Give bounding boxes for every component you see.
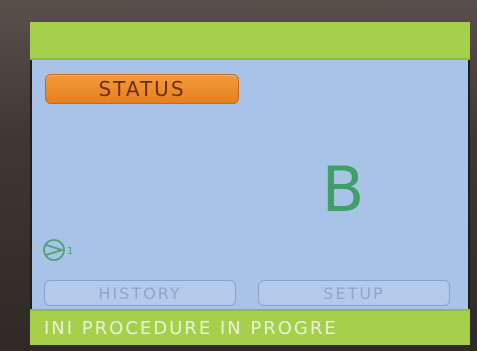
history-button-label: HISTORY — [98, 283, 182, 303]
setup-button-label: SETUP — [323, 283, 385, 303]
status-button-label: STATUS — [98, 77, 186, 101]
pump-indicator: 1 — [40, 236, 80, 264]
footer-status-bar: INI PROCEDURE IN PROGRE — [30, 309, 470, 345]
pump-icon — [43, 239, 65, 261]
footer-message: INI PROCEDURE IN PROGRE — [44, 317, 338, 339]
pump-number: 1 — [67, 246, 74, 257]
setup-button[interactable]: SETUP — [258, 280, 450, 306]
history-button[interactable]: HISTORY — [44, 280, 236, 306]
top-status-bar — [30, 22, 470, 60]
status-button[interactable]: STATUS — [45, 74, 239, 104]
main-indicator-letter: B — [321, 153, 365, 226]
device-screen: STATUS B 1 HISTORY SETUP INI PROCEDURE I… — [30, 22, 470, 345]
